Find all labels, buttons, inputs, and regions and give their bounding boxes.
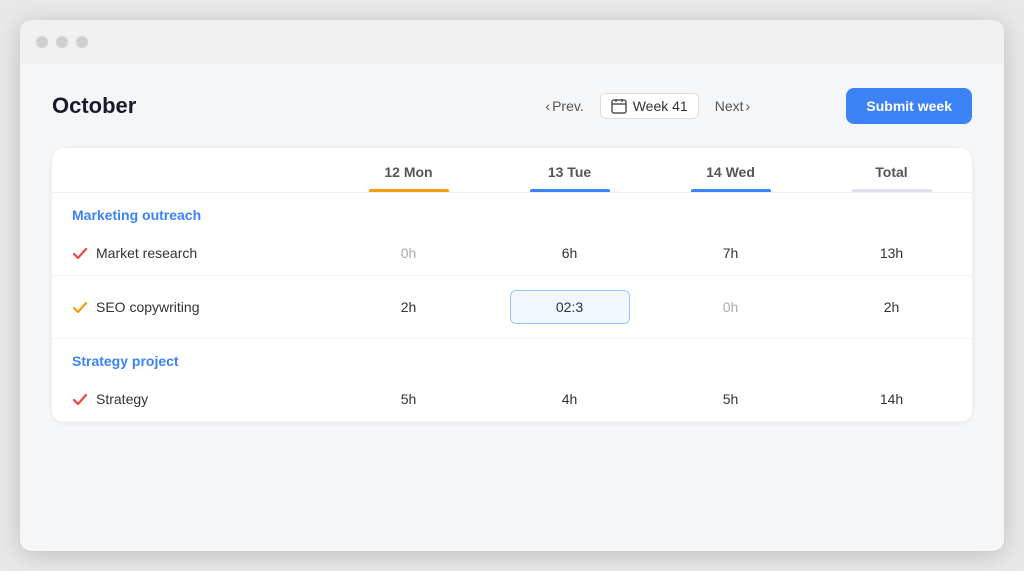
calendar-icon	[611, 98, 627, 114]
tue-underline	[530, 189, 610, 192]
window-dot-3	[76, 36, 88, 48]
total-value: 14h	[811, 377, 972, 422]
next-button[interactable]: Next ›	[707, 94, 758, 118]
prev-button[interactable]: ‹ Prev.	[537, 94, 591, 118]
section-label: Marketing outreach	[52, 193, 972, 232]
window-dot-2	[56, 36, 68, 48]
nav-controls: ‹ Prev. Week 41 Next ›	[449, 93, 846, 119]
col-total: Total	[811, 148, 972, 193]
chevron-right-icon: ›	[746, 98, 751, 114]
section-header-marketing-outreach: Marketing outreach	[52, 193, 972, 232]
check-icon	[72, 299, 88, 315]
timesheet-table: 12 Mon 13 Tue 14 Wed Total	[52, 148, 972, 422]
check-icon	[72, 391, 88, 407]
next-label: Next	[715, 98, 744, 114]
section-label: Strategy project	[52, 339, 972, 378]
submit-week-button[interactable]: Submit week	[846, 88, 972, 124]
col-tue: 13 Tue	[489, 148, 650, 193]
task-name-label: Strategy	[96, 391, 148, 407]
timesheet-card: 12 Mon 13 Tue 14 Wed Total	[52, 148, 972, 422]
app-window: October ‹ Prev. Week 41 Next	[20, 20, 1004, 551]
col-mon: 12 Mon	[328, 148, 489, 193]
page-title: October	[52, 93, 449, 119]
col-task	[52, 148, 328, 193]
tue-value: 4h	[489, 377, 650, 422]
wed-value: 0h	[650, 276, 811, 339]
total-value: 13h	[811, 231, 972, 276]
task-name-label: SEO copywriting	[96, 299, 199, 315]
wed-value: 7h	[650, 231, 811, 276]
wed-value: 5h	[650, 377, 811, 422]
table-header-row: 12 Mon 13 Tue 14 Wed Total	[52, 148, 972, 193]
mon-value: 5h	[328, 377, 489, 422]
col-wed: 14 Wed	[650, 148, 811, 193]
week-badge: Week 41	[600, 93, 699, 119]
task-name-cell: Market research	[52, 231, 328, 276]
section-header-strategy-project: Strategy project	[52, 339, 972, 378]
table-row: Market research 0h 6h 7h 13h	[52, 231, 972, 276]
window-dot-1	[36, 36, 48, 48]
page-content: October ‹ Prev. Week 41 Next	[20, 64, 1004, 551]
mon-value: 2h	[328, 276, 489, 339]
tue-input-cell[interactable]	[489, 276, 650, 339]
week-label: Week 41	[633, 98, 688, 114]
titlebar	[20, 20, 1004, 64]
mon-value: 0h	[328, 231, 489, 276]
mon-underline	[369, 189, 449, 192]
check-icon	[72, 245, 88, 261]
table-row: Strategy 5h 4h 5h 14h	[52, 377, 972, 422]
task-name-cell: SEO copywriting	[52, 276, 328, 339]
time-input[interactable]	[510, 290, 630, 324]
chevron-left-icon: ‹	[545, 98, 550, 114]
task-name-cell: Strategy	[52, 377, 328, 422]
tue-value: 6h	[489, 231, 650, 276]
wed-underline	[691, 189, 771, 192]
prev-label: Prev.	[552, 98, 584, 114]
total-underline	[852, 189, 932, 192]
table-row: SEO copywriting 2h 0h 2h	[52, 276, 972, 339]
total-value: 2h	[811, 276, 972, 339]
top-bar: October ‹ Prev. Week 41 Next	[52, 88, 972, 124]
task-name-label: Market research	[96, 245, 197, 261]
